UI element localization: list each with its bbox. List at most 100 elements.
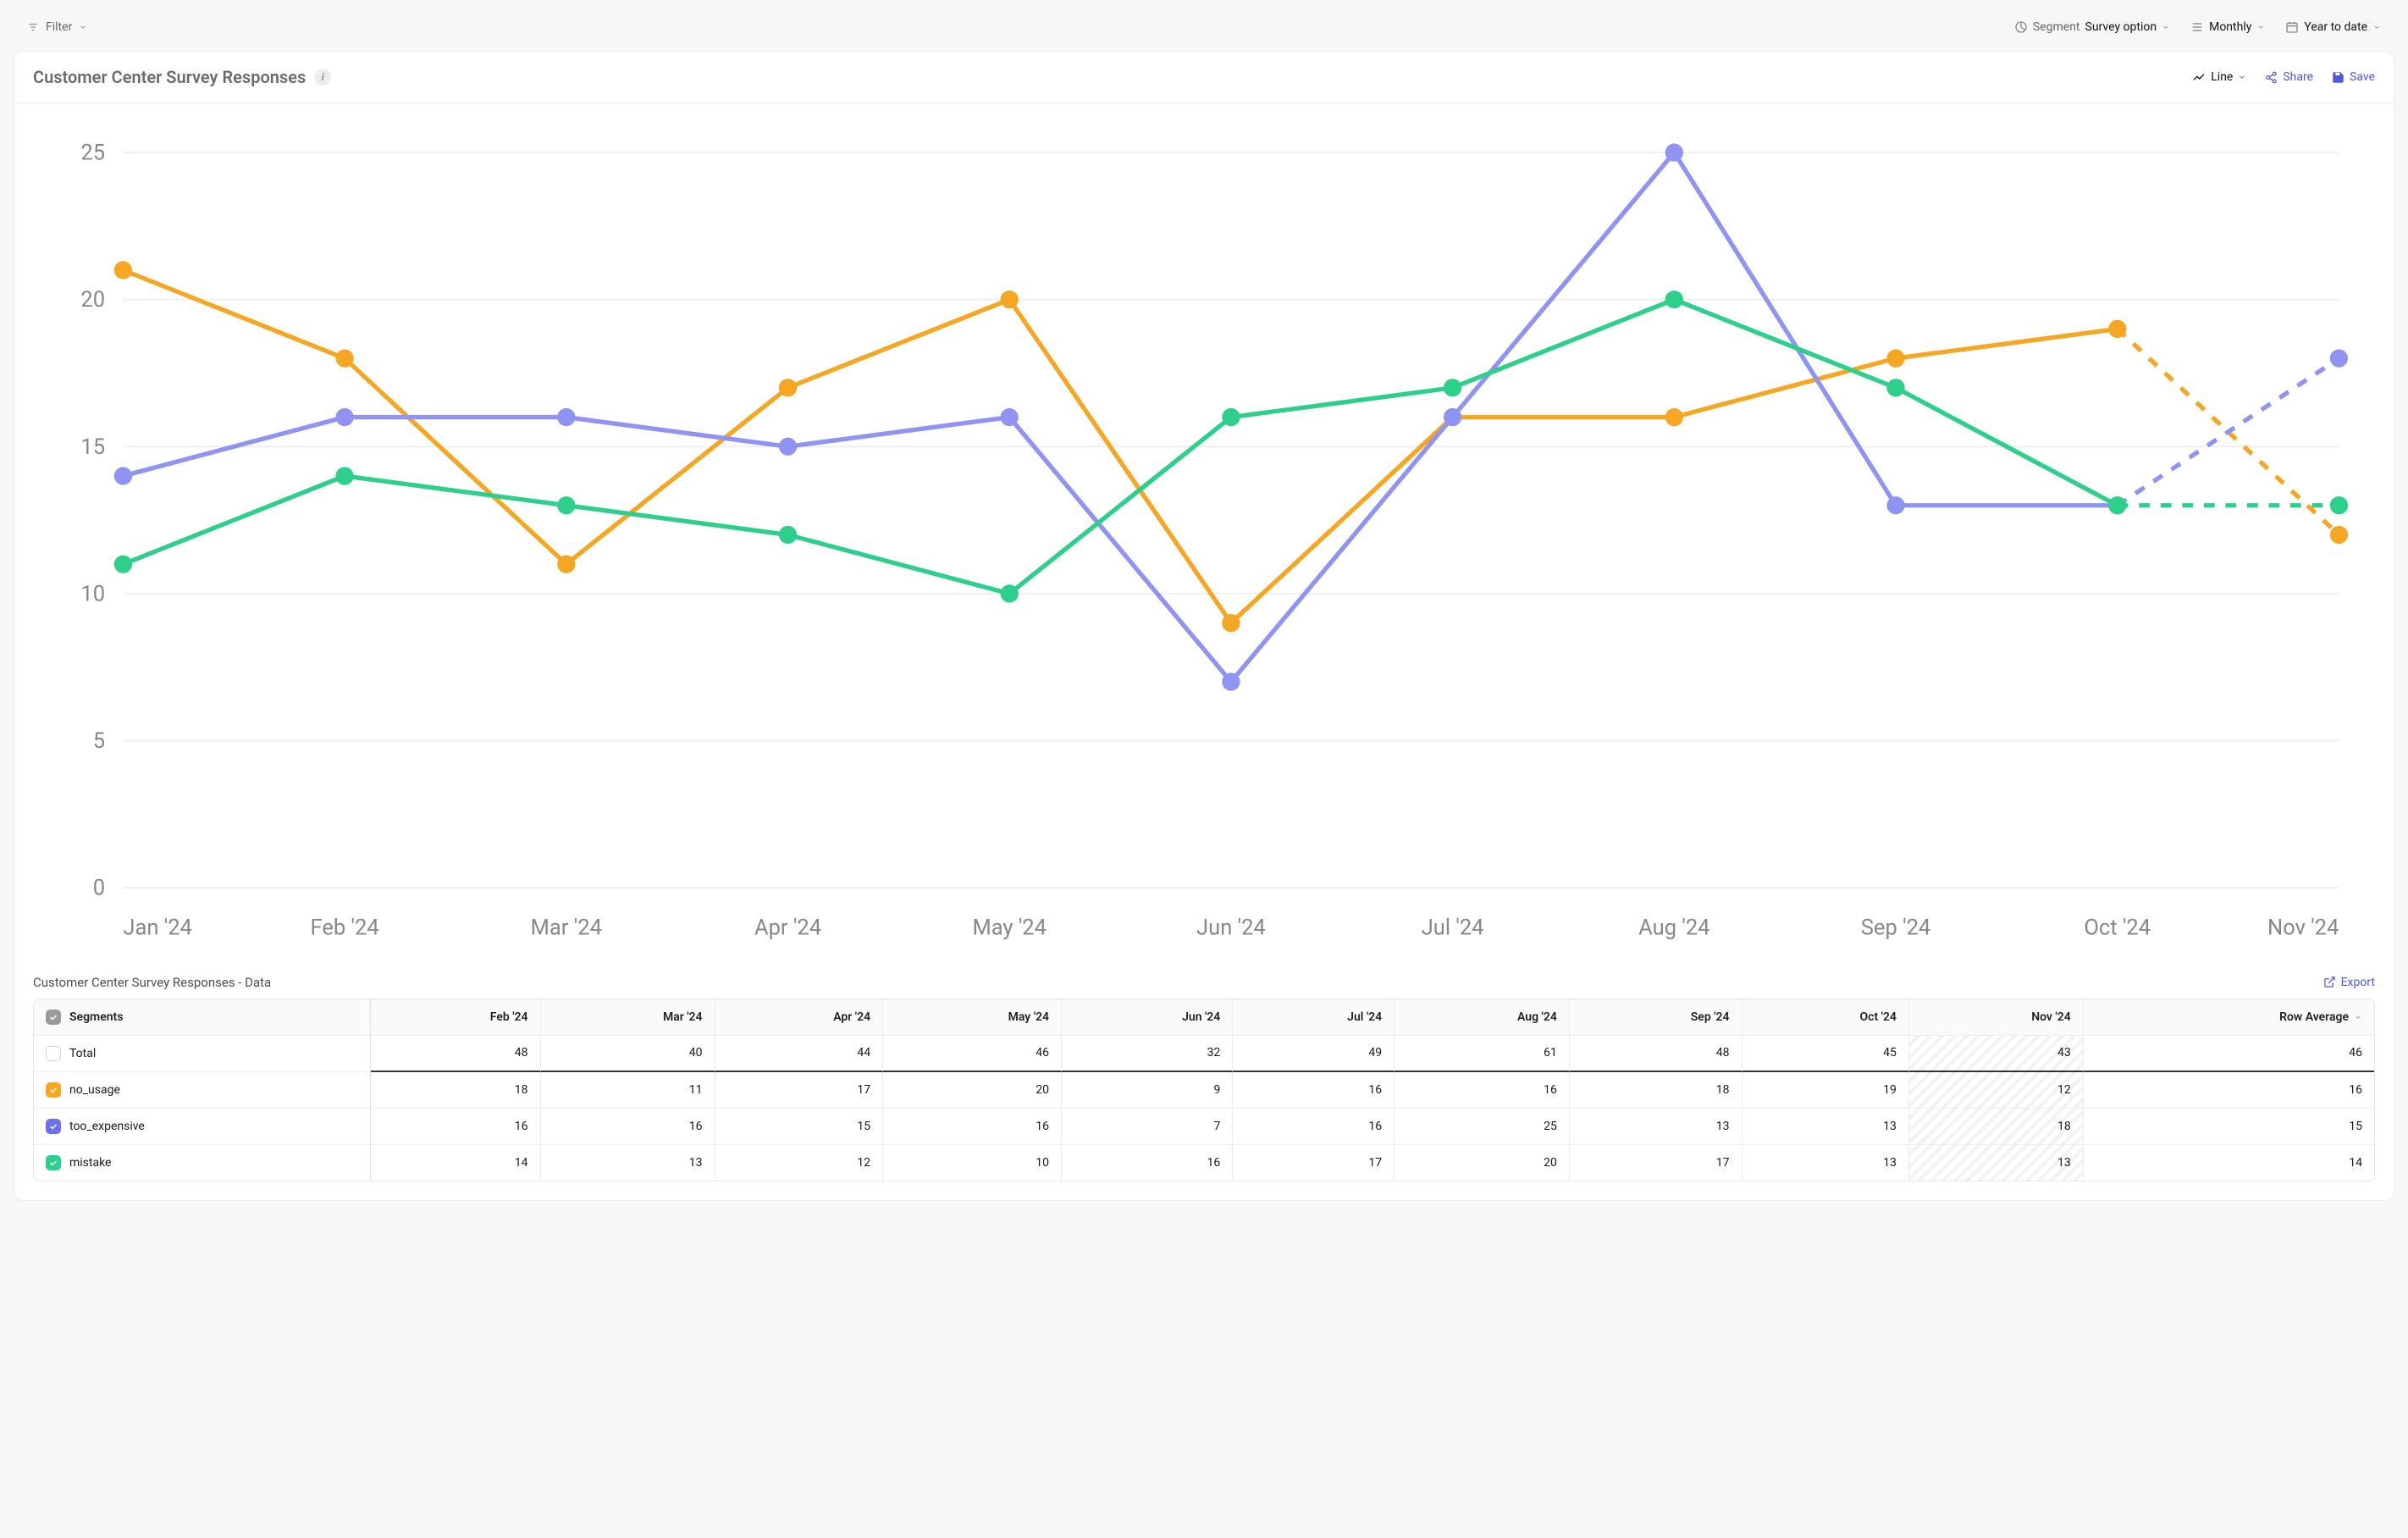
svg-text:Feb '24: Feb '24 [311, 915, 379, 940]
row-checkbox[interactable] [46, 1046, 61, 1061]
value-cell: 16 [1062, 1145, 1233, 1181]
month-header[interactable]: Sep '24 [1570, 999, 1742, 1036]
date-range-selector[interactable]: Year to date [2285, 20, 2381, 34]
value-cell: 32 [1062, 1036, 1233, 1072]
select-all-checkbox[interactable] [46, 1010, 61, 1025]
value-cell: 16 [371, 1109, 541, 1145]
value-cell: 16 [1395, 1072, 1570, 1109]
value-cell: 61 [1395, 1036, 1570, 1072]
row-checkbox[interactable] [46, 1155, 61, 1170]
segments-col-header[interactable]: Segments [34, 999, 371, 1036]
value-cell: 18 [371, 1072, 541, 1109]
svg-text:5: 5 [93, 728, 105, 754]
month-header[interactable]: Feb '24 [371, 999, 541, 1036]
save-button[interactable]: Save [2332, 70, 2375, 84]
value-cell: 48 [371, 1036, 541, 1072]
value-cell: 16 [883, 1109, 1062, 1145]
svg-text:Apr '24: Apr '24 [754, 915, 821, 940]
value-cell: 16 [541, 1109, 715, 1145]
month-header[interactable]: Mar '24 [541, 999, 715, 1036]
value-cell: 16 [1233, 1109, 1395, 1145]
rowavg-header[interactable]: Row Average [2084, 999, 2374, 1036]
value-cell: 13 [541, 1145, 715, 1181]
value-cell: 44 [715, 1036, 884, 1072]
value-cell: 10 [883, 1145, 1062, 1181]
segments-header-label: Segments [69, 1010, 123, 1024]
share-label: Share [2283, 70, 2313, 84]
value-cell: 12 [715, 1145, 884, 1181]
card-title: Customer Center Survey Responses [33, 67, 306, 87]
chevron-down-icon [2162, 23, 2170, 31]
value-cell: 17 [1570, 1145, 1742, 1181]
chart-type-selector[interactable]: Line [2192, 70, 2246, 84]
share-button[interactable]: Share [2265, 70, 2313, 84]
month-header[interactable]: Apr '24 [715, 999, 884, 1036]
value-cell: 7 [1062, 1109, 1233, 1145]
month-header[interactable]: Oct '24 [1742, 999, 1909, 1036]
segment-label: too_expensive [69, 1120, 145, 1133]
value-cell: 49 [1233, 1036, 1395, 1072]
month-header[interactable]: May '24 [883, 999, 1062, 1036]
value-cell: 18 [1909, 1109, 2084, 1145]
segment-cell: no_usage [34, 1072, 371, 1109]
svg-text:Oct '24: Oct '24 [2084, 915, 2151, 940]
svg-text:Sep '24: Sep '24 [1861, 915, 1930, 940]
svg-text:0: 0 [93, 876, 105, 901]
month-header[interactable]: Nov '24 [1909, 999, 2084, 1036]
svg-text:10: 10 [80, 581, 105, 606]
value-cell: 17 [1233, 1145, 1395, 1181]
month-header[interactable]: Jul '24 [1233, 999, 1395, 1036]
rowavg-cell: 14 [2084, 1145, 2374, 1181]
table-row: mistake1413121016172017131314 [34, 1145, 2374, 1181]
chart-card: Customer Center Survey Responses i Line … [14, 51, 2394, 1201]
value-cell: 13 [1570, 1109, 1742, 1145]
segment-label: Total [69, 1047, 96, 1060]
row-checkbox[interactable] [46, 1082, 61, 1098]
table-row: Total4840444632496148454346 [34, 1036, 2374, 1072]
chevron-down-icon [79, 23, 87, 31]
value-cell: 13 [1742, 1109, 1909, 1145]
rowavg-cell: 16 [2084, 1072, 2374, 1109]
table-body: Total4840444632496148454346 no_usage1811… [34, 1036, 2374, 1181]
chevron-down-icon [2256, 23, 2265, 31]
value-cell: 40 [541, 1036, 715, 1072]
value-cell: 20 [883, 1072, 1062, 1109]
rowavg-cell: 46 [2084, 1036, 2374, 1072]
chevron-down-icon [2238, 73, 2246, 81]
svg-text:15: 15 [80, 434, 105, 460]
month-header[interactable]: Aug '24 [1395, 999, 1570, 1036]
save-icon [2332, 71, 2344, 84]
value-cell: 15 [715, 1109, 884, 1145]
filter-label: Filter [46, 20, 72, 34]
segment-cell: mistake [34, 1145, 371, 1181]
svg-text:Jul '24: Jul '24 [1422, 915, 1484, 940]
granularity-selector[interactable]: Monthly [2190, 20, 2265, 34]
calendar-icon [2285, 20, 2299, 34]
segment-selector[interactable]: Segment Survey option [2014, 20, 2170, 34]
granularity-value: Monthly [2209, 20, 2251, 34]
line-chart[interactable]: 0510152025Jan '24Feb '24Mar '24Apr '24Ma… [33, 124, 2375, 953]
top-toolbar: Filter Segment Survey option Monthly Yea… [14, 14, 2394, 41]
svg-text:Mar '24: Mar '24 [531, 915, 602, 940]
month-header[interactable]: Jun '24 [1062, 999, 1233, 1036]
chevron-down-icon [2354, 1013, 2362, 1021]
segment-icon [2014, 20, 2028, 34]
value-cell: 19 [1742, 1072, 1909, 1109]
segment-cell: Total [34, 1036, 371, 1072]
info-icon[interactable]: i [314, 69, 331, 86]
data-title: Customer Center Survey Responses - Data [33, 975, 271, 990]
value-cell: 18 [1570, 1072, 1742, 1109]
line-chart-icon [2192, 70, 2206, 84]
svg-text:Nov '24: Nov '24 [2267, 915, 2339, 940]
row-checkbox[interactable] [46, 1119, 61, 1134]
svg-text:Jan '24: Jan '24 [123, 915, 192, 940]
segment-label: no_usage [69, 1083, 120, 1097]
value-cell: 17 [715, 1072, 884, 1109]
data-table: Segments Feb '24Mar '24Apr '24May '24Jun … [33, 999, 2375, 1181]
segment-label: mistake [69, 1156, 112, 1170]
export-icon [2323, 976, 2336, 988]
export-button[interactable]: Export [2323, 976, 2375, 989]
chart-area: 0510152025Jan '24Feb '24Mar '24Apr '24Ma… [14, 103, 2394, 960]
filter-button[interactable]: Filter [27, 20, 87, 34]
value-cell: 16 [1233, 1072, 1395, 1109]
